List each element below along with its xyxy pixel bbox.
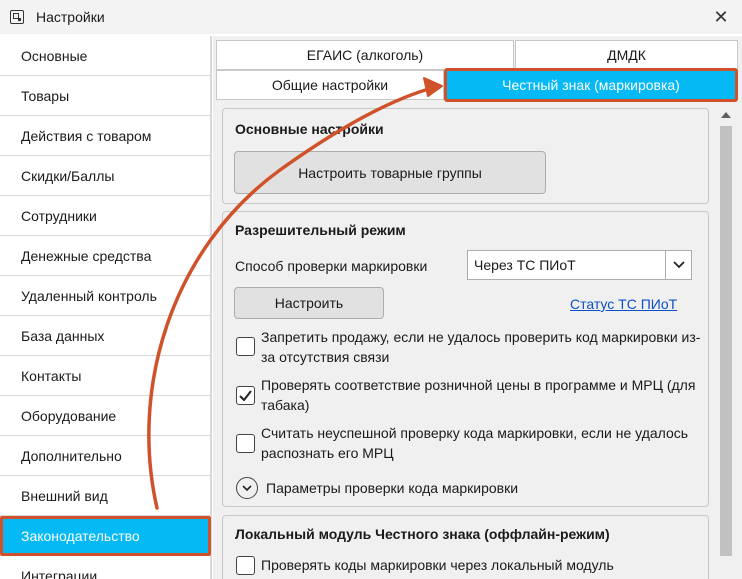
scroll-up-icon[interactable] (716, 104, 736, 124)
sidebar-item-goods-actions[interactable]: Действия с товаром (0, 116, 211, 156)
scrollbar-thumb[interactable] (720, 126, 732, 556)
tab-dmdk[interactable]: ДМДК (515, 40, 738, 70)
sidebar-item-appearance[interactable]: Внешний вид (0, 476, 211, 516)
checkmark-icon (239, 390, 252, 401)
sidebar-item-additional[interactable]: Дополнительно (0, 436, 211, 476)
checkbox-unrecognized-mrp[interactable] (236, 434, 255, 453)
check-method-value: Через ТС ПИоТ (474, 257, 576, 273)
content-scrollbar[interactable] (716, 104, 736, 579)
checkbox-check-price[interactable] (236, 386, 255, 405)
sidebar-item-goods[interactable]: Товары (0, 76, 211, 116)
configure-button[interactable]: Настроить (234, 287, 384, 319)
sidebar-item-integrations[interactable]: Интеграции (0, 556, 211, 579)
check-method-select[interactable]: Через ТС ПИоТ (467, 250, 692, 280)
basic-settings-title: Основные настройки (235, 121, 384, 137)
sidebar-item-database[interactable]: База данных (0, 316, 211, 356)
sidebar-item-remote-control[interactable]: Удаленный контроль (0, 276, 211, 316)
sidebar-item-cash[interactable]: Денежные средства (0, 236, 211, 276)
window-title: Настройки (36, 9, 105, 25)
sidebar-item-contacts[interactable]: Контакты (0, 356, 211, 396)
permissive-mode-group: Разрешительный режим Способ проверки мар… (222, 211, 709, 507)
sidebar: Основные Товары Действия с товаром Скидк… (0, 36, 212, 579)
checkbox-unrecognized-mrp-label: Считать неуспешной проверку кода маркиро… (261, 425, 689, 461)
chevron-down-icon[interactable] (665, 251, 691, 279)
permissive-mode-title: Разрешительный режим (235, 222, 406, 238)
sidebar-item-basic[interactable]: Основные (0, 36, 211, 76)
settings-app-icon (10, 10, 24, 24)
checkbox-local-module[interactable] (236, 556, 255, 575)
title-bar: Настройки ✕ (0, 0, 742, 34)
basic-settings-group: Основные настройки Настроить товарные гр… (222, 108, 709, 204)
sidebar-item-employees[interactable]: Сотрудники (0, 196, 211, 236)
chevron-down-circle-icon[interactable] (236, 477, 258, 499)
sidebar-item-equipment[interactable]: Оборудование (0, 396, 211, 436)
pilot-status-link[interactable]: Статус ТС ПИоТ (570, 296, 677, 312)
settings-content: Основные настройки Настроить товарные гр… (222, 104, 712, 579)
tab-egais[interactable]: ЕГАИС (алкоголь) (216, 40, 514, 70)
checkbox-local-module-label: Проверять коды маркировки через локальны… (261, 557, 614, 573)
configure-product-groups-button[interactable]: Настроить товарные группы (234, 151, 546, 194)
check-params-expander-label[interactable]: Параметры проверки кода маркировки (266, 480, 518, 496)
checkbox-block-sale[interactable] (236, 337, 255, 356)
tab-honest-sign[interactable]: Честный знак (маркировка) (444, 68, 738, 102)
local-module-group: Локальный модуль Честного знака (оффлайн… (222, 515, 709, 579)
close-icon[interactable]: ✕ (710, 6, 732, 28)
checkbox-block-sale-label: Запретить продажу, если не удалось прове… (261, 329, 701, 365)
tab-general-settings[interactable]: Общие настройки (216, 70, 444, 100)
checkbox-check-price-label: Проверять соответствие розничной цены в … (261, 377, 696, 413)
sidebar-item-discounts[interactable]: Скидки/Баллы (0, 156, 211, 196)
local-module-title: Локальный модуль Честного знака (оффлайн… (235, 526, 610, 542)
sidebar-item-legislation[interactable]: Законодательство (0, 516, 211, 556)
check-method-label: Способ проверки маркировки (235, 258, 428, 274)
